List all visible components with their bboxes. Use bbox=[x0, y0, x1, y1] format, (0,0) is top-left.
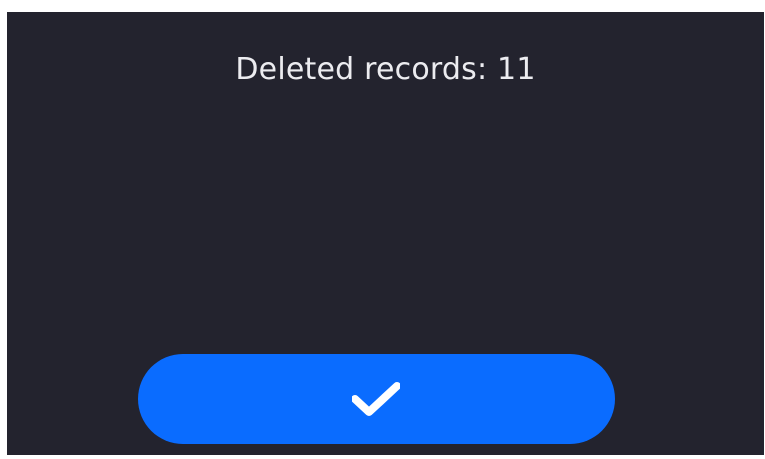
confirm-button[interactable] bbox=[138, 354, 615, 444]
check-icon bbox=[352, 382, 400, 416]
deleted-records-message: Deleted records: 11 bbox=[235, 52, 536, 87]
dialog-screen: Deleted records: 11 bbox=[7, 12, 764, 455]
